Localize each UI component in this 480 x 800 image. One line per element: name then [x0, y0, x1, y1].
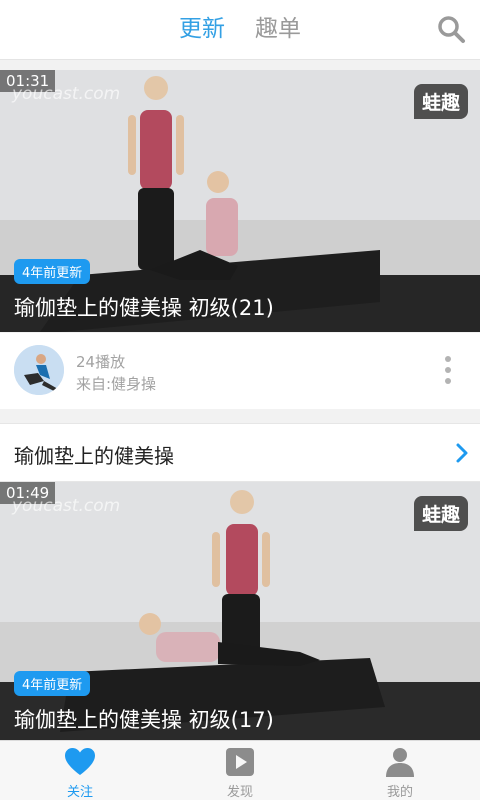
author-row[interactable]: 24播放 来自:健身操 [0, 333, 480, 409]
series-title: 瑜伽垫上的健美操 [14, 444, 174, 468]
brand-badge: 蛙趣 [413, 496, 468, 531]
video-card[interactable]: 01:31 youcast.com 蛙趣 4年前更新 瑜伽垫上的健美操 初级(2… [0, 70, 480, 332]
nav-label: 关注 [66, 785, 93, 800]
tab-updates[interactable]: 更新 [179, 12, 225, 46]
search-icon[interactable] [436, 14, 466, 44]
person-icon [386, 748, 414, 777]
header-tabs: 更新 趣单 [0, 12, 480, 46]
nav-discover[interactable]: 发现 [160, 741, 320, 800]
nav-label: 我的 [386, 785, 413, 800]
video-watermark: youcast.com [12, 84, 121, 104]
avatar[interactable] [14, 345, 64, 395]
chevron-right-icon [456, 443, 468, 463]
more-options-icon[interactable] [444, 355, 452, 385]
series-row[interactable]: 瑜伽垫上的健美操 [0, 423, 480, 482]
video-watermark: youcast.com [12, 496, 121, 516]
video-title[interactable]: 瑜伽垫上的健美操 初级(17) [14, 704, 274, 734]
top-bar: 更新 趣单 [0, 0, 480, 60]
video-card[interactable]: 01:49 youcast.com 蛙趣 4年前更新 瑜伽垫上的健美操 初级(1… [0, 482, 480, 740]
brand-badge: 蛙趣 [413, 84, 468, 119]
source-label: 来自:健身操 [76, 375, 157, 393]
update-badge: 4年前更新 [14, 671, 91, 696]
update-badge: 4年前更新 [14, 259, 91, 284]
play-icon [226, 748, 254, 776]
nav-follow[interactable]: 关注 [0, 741, 160, 800]
video-thumbnail [0, 482, 480, 740]
bottom-nav: 关注 发现 我的 [0, 740, 480, 800]
heart-icon [65, 748, 95, 775]
nav-label: 发现 [226, 785, 253, 800]
nav-mine[interactable]: 我的 [320, 741, 480, 800]
tab-playlists[interactable]: 趣单 [255, 12, 301, 46]
video-title[interactable]: 瑜伽垫上的健美操 初级(21) [14, 292, 274, 322]
play-count: 24播放 [76, 353, 126, 371]
